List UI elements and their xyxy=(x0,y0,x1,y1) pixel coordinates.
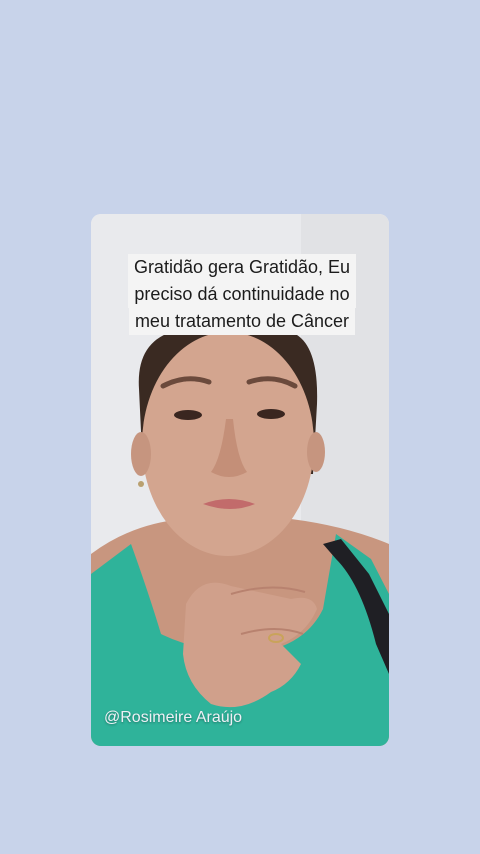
video-frame[interactable]: Gratidão gera Gratidão, Eu preciso dá co… xyxy=(91,214,389,746)
page: { "caption": { "lines": [ "Gratidão gera… xyxy=(0,0,480,854)
video-caption: Gratidão gera Gratidão, Eu preciso dá co… xyxy=(113,254,371,335)
caption-line-2: preciso dá continuidade no xyxy=(128,281,356,308)
caption-line-1: Gratidão gera Gratidão, Eu xyxy=(127,254,357,281)
caption-line-3: meu tratamento de Câncer xyxy=(128,308,356,335)
creator-handle-watermark: @Rosimeire Araújo xyxy=(104,709,243,726)
